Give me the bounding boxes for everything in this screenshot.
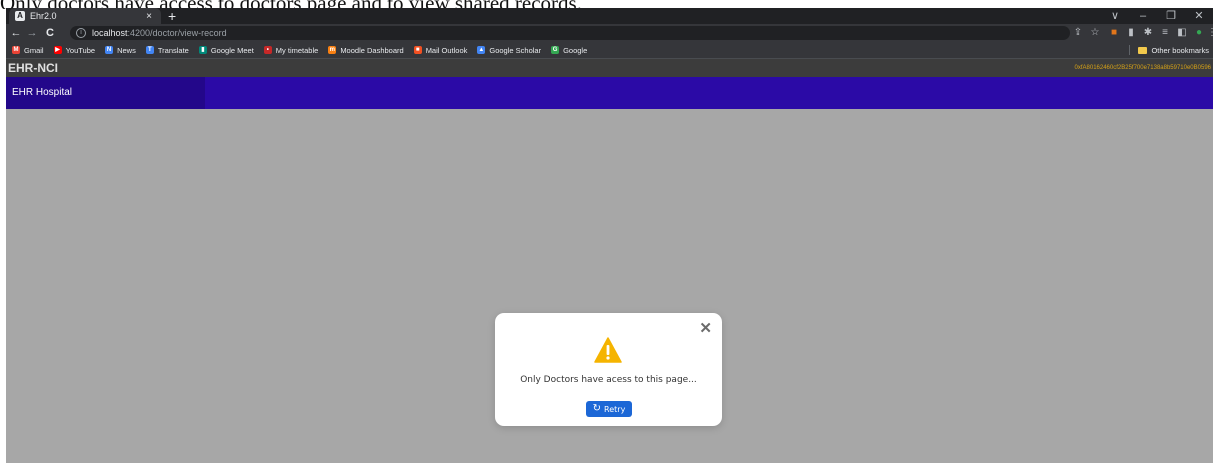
browser-toolbar: ← → C i localhost:4200/doctor/view-recor… [6, 24, 1213, 42]
bookmark-label: YouTube [65, 45, 96, 55]
new-tab-button[interactable]: + [168, 8, 176, 24]
bookmark-label: Moodle Dashboard [340, 45, 404, 55]
tab-search-icon[interactable]: ∨ [1103, 8, 1127, 24]
menu-icon[interactable]: ⋮ [1204, 24, 1213, 42]
reading-list-icon[interactable]: ≡ [1157, 24, 1173, 42]
browser-window: A Ehr2.0 × + ∨ – ❐ ✕ ← → C i localhost:4… [6, 8, 1213, 463]
bookmark-item[interactable]: ▶ YouTube [53, 45, 96, 55]
tab-ehr[interactable]: A Ehr2.0 × [9, 8, 161, 24]
bookmarks-list: M Gmail ▶ YouTube N News T Translate ▮ Google Mee… [12, 42, 597, 58]
warning-icon [594, 337, 622, 363]
other-bookmarks-label: Other bookmarks [1151, 45, 1209, 55]
other-bookmarks[interactable]: Other bookmarks [1129, 42, 1209, 58]
site-info-icon[interactable]: i [76, 28, 86, 38]
share-icon[interactable]: ⇪ [1070, 24, 1086, 42]
news-icon: N [105, 46, 114, 54]
bookmark-label: Google Scholar [489, 45, 542, 55]
bookmark-item[interactable]: G Google [551, 46, 587, 55]
reload-button[interactable]: C [42, 24, 58, 42]
tab-title: Ehr2.0 [30, 11, 57, 21]
retry-button[interactable]: ↻ Retry [586, 401, 632, 417]
address-bar[interactable]: i localhost:4200/doctor/view-record [70, 26, 1070, 40]
refresh-icon: ↻ [592, 403, 602, 414]
moodle-icon: m [328, 46, 337, 54]
translate-icon: T [145, 46, 154, 54]
extensions-icon[interactable]: ✱ [1140, 24, 1156, 42]
forward-button[interactable]: → [24, 24, 40, 42]
metamask-icon[interactable]: ■ [1106, 24, 1122, 42]
bookmark-separator [1129, 45, 1131, 55]
nav-header: EHR Hospital [6, 77, 1213, 109]
bookmark-item[interactable]: ▮ Google Meet [198, 45, 254, 55]
app-brand: EHR-NCI [8, 61, 58, 75]
back-button[interactable]: ← [8, 24, 24, 42]
tab-strip: A Ehr2.0 × + ∨ – ❐ ✕ [6, 8, 1213, 24]
scholar-icon: ▲ [477, 46, 486, 54]
timetable-icon: • [263, 46, 272, 54]
close-window-button[interactable]: ✕ [1187, 8, 1211, 24]
bookmark-label: Google [563, 45, 588, 55]
tab-close-icon[interactable]: × [143, 11, 155, 22]
modal-message: Only Doctors have acess to this page... [520, 375, 697, 385]
bookmark-item[interactable]: T Translate [145, 45, 189, 55]
bookmark-item[interactable]: N News [105, 46, 136, 55]
bookmark-label: Google Meet [210, 45, 254, 55]
bookmark-label: Gmail [24, 45, 44, 55]
bookmark-item[interactable]: ■ Mail Outlook [413, 45, 468, 55]
bookmark-label: My timetable [275, 45, 319, 55]
bookmark-label: News [117, 45, 136, 55]
access-denied-modal: ✕ Only Doctors have acess to this page..… [495, 313, 722, 426]
bookmark-label: Translate [157, 45, 189, 55]
extension-doc-icon[interactable]: ▮ [1123, 24, 1139, 42]
folder-icon [1138, 46, 1148, 54]
bookmark-item[interactable]: ▲ Google Scholar [477, 46, 541, 55]
restore-button[interactable]: ❐ [1159, 8, 1183, 24]
side-panel-icon[interactable]: ◧ [1174, 24, 1190, 42]
star-icon[interactable]: ☆ [1087, 24, 1103, 42]
close-icon[interactable]: ✕ [699, 321, 712, 336]
google-icon: G [551, 46, 560, 54]
bookmark-item[interactable]: M Gmail [12, 46, 44, 55]
meet-icon: ▮ [198, 46, 207, 54]
app-top-bar: EHR-NCI 0xfA80162460cf2B25f700e7138a8b59… [6, 59, 1213, 77]
url-text: localhost:4200/doctor/view-record [92, 28, 227, 38]
gmail-icon: M [12, 46, 20, 54]
minimize-button[interactable]: – [1131, 8, 1155, 24]
bookmark-item[interactable]: m Moodle Dashboard [328, 45, 404, 55]
wallet-address: 0xfA80162460cf2B25f700e7138a8b59710e0B05… [1074, 65, 1211, 71]
microsoft-icon: ■ [413, 46, 422, 54]
bookmarks-bar: M Gmail ▶ YouTube N News T Translate ▮ Google Mee… [6, 42, 1213, 59]
angular-icon: A [15, 11, 25, 21]
nav-brand[interactable]: EHR Hospital [6, 77, 205, 109]
bookmark-item[interactable]: • My timetable [263, 45, 319, 55]
page-overlay: EHR Hospital ✕ Only Doctors have acess t… [6, 77, 1213, 463]
youtube-icon: ▶ [53, 46, 62, 54]
bookmark-label: Mail Outlook [425, 45, 468, 55]
retry-label: Retry [604, 404, 626, 414]
